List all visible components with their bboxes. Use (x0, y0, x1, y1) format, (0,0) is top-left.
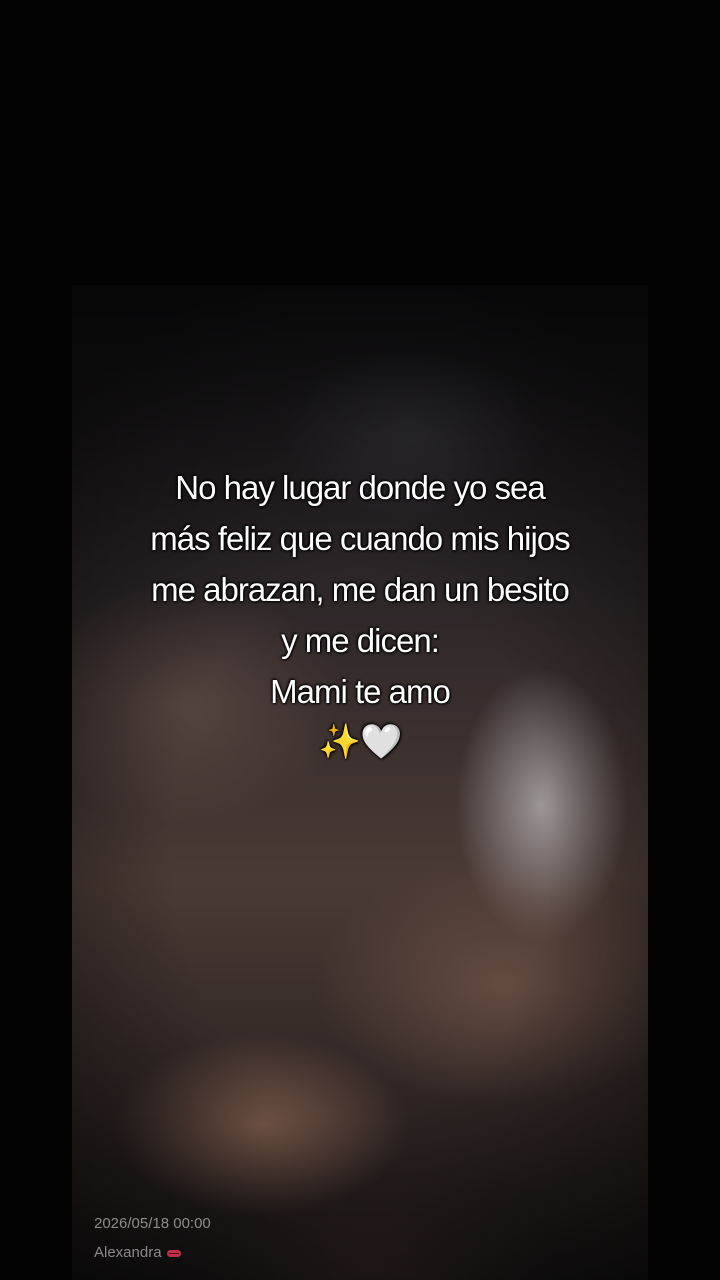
watermark-author: Alexandra (94, 1244, 162, 1261)
caption-line-5: Mami te amo (270, 673, 451, 710)
video-frame-photo[interactable] (72, 285, 648, 1280)
watermark-timestamp: 2026/05/18 00:00 (94, 1215, 211, 1232)
video-screen[interactable]: No hay lugar donde yo sea más feliz que … (0, 0, 720, 1280)
caption-line-2: más feliz que cuando mis hijos (150, 520, 570, 557)
lips-icon (166, 1249, 181, 1257)
watermark-author-row: Alexandra (94, 1238, 211, 1267)
caption-line-4: y me dicen: (281, 622, 440, 659)
sparkles-heart-emoji: ✨🤍 (318, 723, 403, 761)
watermark: 2026/05/18 00:00 Alexandra (94, 1209, 211, 1267)
overlay-caption: No hay lugar donde yo sea más feliz que … (72, 462, 648, 768)
caption-line-3: me abrazan, me dan un besito (151, 571, 570, 608)
caption-line-1: No hay lugar donde yo sea (175, 469, 545, 506)
